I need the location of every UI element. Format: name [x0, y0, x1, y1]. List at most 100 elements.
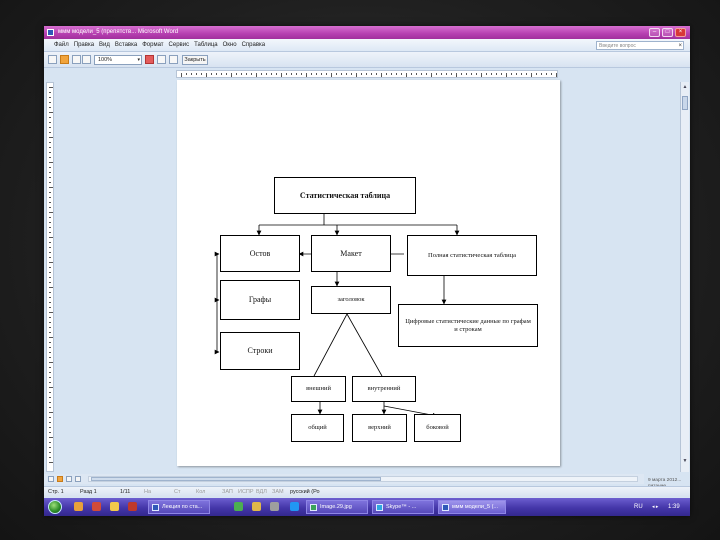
menu-insert[interactable]: Вставка [115, 39, 137, 52]
box-vnutrenniy[interactable]: внутренний [352, 376, 416, 402]
box-obshchiy[interactable]: общий [291, 414, 344, 442]
status-mode-trk[interactable]: ИСПР [238, 487, 254, 497]
ruler-tick [181, 73, 182, 77]
box-ostov[interactable]: Остов [220, 235, 300, 272]
window-title: ммм модели_5 (препятств... Microsoft Wor… [58, 29, 179, 35]
ruler-tick [49, 97, 51, 98]
document-map-icon[interactable] [82, 55, 91, 64]
quicklaunch-tool-icon[interactable] [270, 502, 279, 511]
box-zagolovok[interactable]: заголовок [311, 286, 391, 314]
thumbnails-icon[interactable] [72, 55, 81, 64]
scroll-down-icon[interactable]: ▼ [682, 458, 688, 464]
ruler-tick [49, 227, 51, 228]
reading-mode-icon[interactable] [60, 55, 69, 64]
status-line: Ст [174, 489, 181, 495]
ruler-tick [536, 73, 537, 75]
close-window-button[interactable]: × [675, 28, 686, 37]
help-search-input[interactable]: Введите вопрос × [596, 41, 684, 50]
tray-clock[interactable]: 1:39 [668, 500, 680, 514]
quicklaunch-media-icon[interactable] [290, 502, 299, 511]
status-mode-ext[interactable]: ВДЛ [256, 487, 267, 497]
start-button[interactable] [48, 500, 62, 514]
task-image[interactable]: Image.29.jpg [306, 500, 368, 514]
quicklaunch-firefox-icon[interactable] [74, 502, 83, 511]
ruler-tick [391, 73, 392, 75]
web-view-icon[interactable] [57, 476, 63, 482]
ruler-tick [49, 277, 51, 278]
tray-language[interactable]: RU [634, 500, 643, 514]
maximize-button[interactable]: □ [662, 28, 673, 37]
ruler-tick [49, 232, 51, 233]
vertical-scrollbar[interactable]: ▲ ▼ [680, 82, 689, 472]
normal-view-icon[interactable] [48, 476, 54, 482]
task-skype[interactable]: Skype™ - ... [372, 500, 434, 514]
ruler-tick [281, 73, 282, 77]
minimize-button[interactable]: – [649, 28, 660, 37]
box-bokovoy[interactable]: боковой [414, 414, 461, 442]
status-position: На [144, 489, 152, 495]
task-word-label: ммм модели_5 (... [452, 504, 499, 510]
horizontal-scrollbar[interactable] [88, 476, 638, 482]
menu-view[interactable]: Вид [99, 39, 110, 52]
title-bar[interactable]: ммм модели_5 (препятств... Microsoft Wor… [44, 26, 690, 39]
fullscreen-icon[interactable] [157, 55, 166, 64]
status-column: Кол [196, 489, 206, 495]
ruler-tick [316, 73, 317, 75]
box-stroki[interactable]: Строки [220, 332, 300, 370]
menu-tools[interactable]: Сервис [169, 39, 190, 52]
ruler-tick [551, 73, 552, 75]
tray-arrows-icon[interactable]: ◂ ▸ [652, 500, 658, 514]
zoom-select[interactable]: 100% ▾ [94, 55, 142, 65]
box-grafy[interactable]: Графы [220, 280, 300, 320]
quicklaunch-folder-icon[interactable] [252, 502, 261, 511]
menu-window[interactable]: Окно [223, 39, 237, 52]
ruler-tick [49, 112, 53, 113]
quicklaunch-explorer-icon[interactable] [110, 502, 119, 511]
print-icon[interactable] [48, 55, 57, 64]
ruler-tick [49, 172, 51, 173]
menu-format[interactable]: Формат [142, 39, 163, 52]
ruler-tick [49, 447, 51, 448]
outline-view-icon[interactable] [75, 476, 81, 482]
chevron-down-icon: ▾ [137, 57, 140, 63]
status-mode-rec[interactable]: ЗАП [222, 487, 233, 497]
word-icon [442, 504, 449, 511]
menu-edit[interactable]: Правка [74, 39, 94, 52]
menu-file[interactable]: Файл [54, 39, 69, 52]
task-lecture[interactable]: Лекция по ста... [148, 500, 210, 514]
skype-icon [376, 504, 383, 511]
box-full-table[interactable]: Полная статистическая таблица [407, 235, 537, 276]
document-page[interactable]: Статистическая таблица Остов Макет Графы… [177, 80, 560, 466]
box-vneshniy[interactable]: внешний [291, 376, 346, 402]
ruler-tick [436, 73, 437, 75]
ruler-tick [49, 352, 51, 353]
horizontal-ruler[interactable] [176, 70, 558, 78]
ruler-tick [296, 73, 297, 75]
shrink-icon[interactable] [145, 55, 154, 64]
ruler-tick [521, 73, 522, 75]
print-layout-icon[interactable] [66, 476, 72, 482]
menu-table[interactable]: Таблица [194, 39, 218, 52]
scroll-thumb[interactable] [682, 96, 688, 110]
hscroll-thumb[interactable] [91, 477, 381, 481]
ruler-icon[interactable] [169, 55, 178, 64]
quicklaunch-opera-icon[interactable] [92, 502, 101, 511]
scroll-up-icon[interactable]: ▲ [682, 84, 688, 90]
ruler-tick [49, 427, 51, 428]
quicklaunch-chrome-icon[interactable] [234, 502, 243, 511]
task-word[interactable]: ммм модели_5 (... [438, 500, 506, 514]
box-digital-data[interactable]: Цифровые статистические данные по графам… [398, 304, 538, 347]
box-stat-table[interactable]: Статистическая таблица [274, 177, 416, 214]
quicklaunch-app-icon[interactable] [128, 502, 137, 511]
box-maket[interactable]: Макет [311, 235, 391, 272]
ruler-tick [49, 122, 51, 123]
status-mode-ovr[interactable]: ЗАМ [272, 487, 284, 497]
box-verkhniy[interactable]: верхний [352, 414, 407, 442]
word-app-icon[interactable] [47, 29, 54, 36]
help-close-icon[interactable]: × [678, 42, 682, 50]
status-language[interactable]: русский (Ро [290, 487, 320, 497]
ruler-tick [291, 73, 292, 75]
vertical-ruler[interactable] [46, 82, 54, 472]
close-preview-button[interactable]: Закрыть [182, 55, 208, 65]
menu-help[interactable]: Справка [242, 39, 266, 52]
